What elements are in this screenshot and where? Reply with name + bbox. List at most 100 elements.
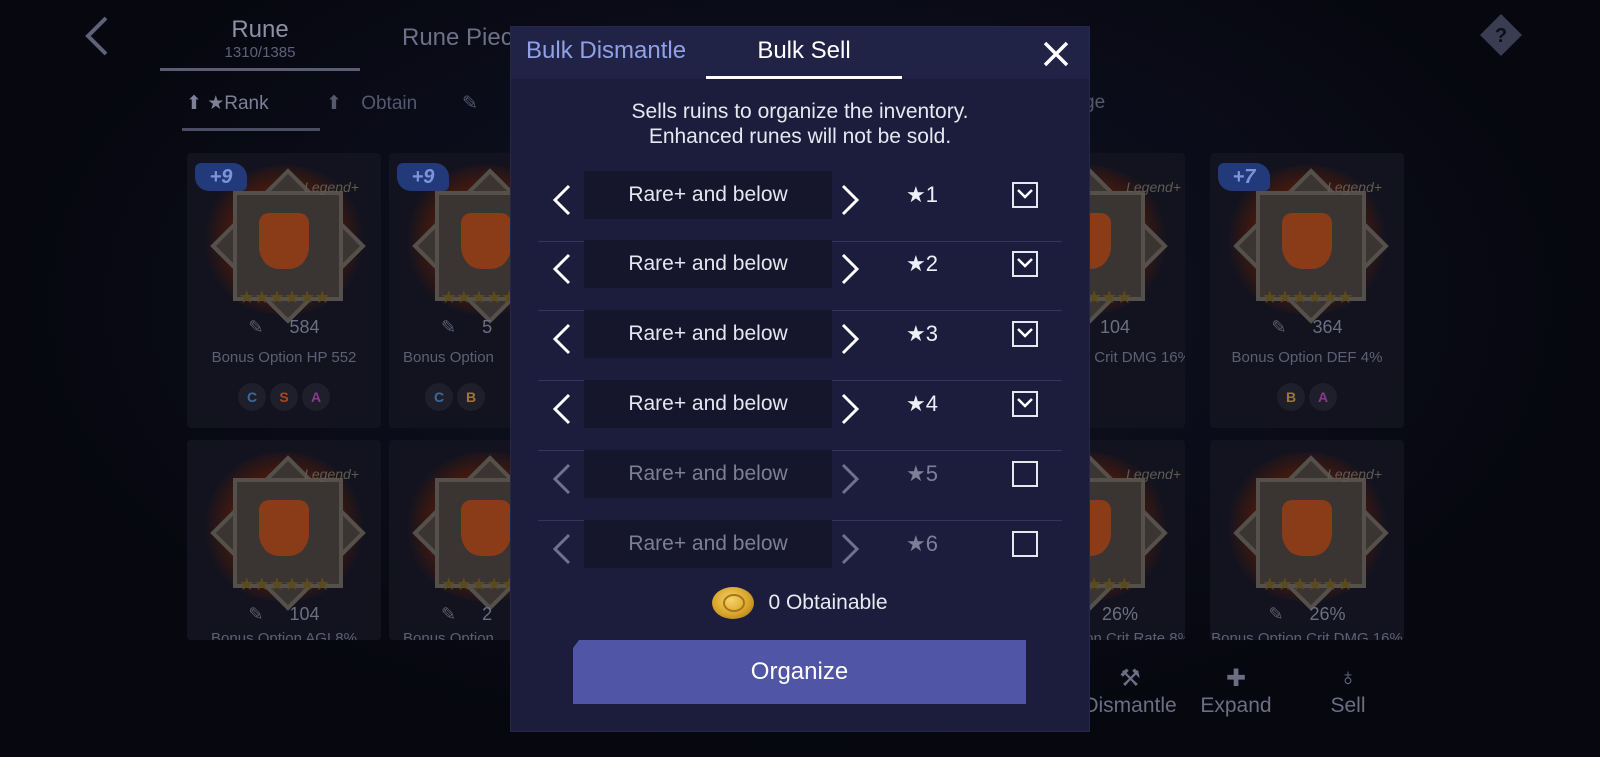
grade-selector: Rare+ and below (584, 171, 832, 219)
tab-bulk-sell[interactable]: Bulk Sell (706, 37, 902, 65)
rank-filter-row: Rare+ and below ★1 (538, 171, 1062, 242)
tab-rune-underline (160, 68, 360, 71)
sort-rank-button[interactable]: ⬆ ★Rank (186, 92, 269, 115)
rune-stars: ★★★★★★ (238, 287, 331, 307)
grade-label: Legend+ (1327, 179, 1382, 195)
rune-emblem-icon (461, 213, 511, 269)
enhance-badge: +9 (195, 163, 247, 191)
sword-icon: ✎ (441, 317, 457, 337)
rune-stat-value: 104 (1099, 317, 1131, 337)
checkmark-icon (1017, 328, 1033, 338)
tab-bulk-sell-underline (706, 76, 902, 79)
rune-card[interactable]: +9 Legend+ ★★★★★★ ✎ 584 Bonus Option HP 5… (187, 153, 381, 428)
chevron-right-icon (841, 253, 860, 285)
description-line-1: Sells ruins to organize the inventory. (631, 100, 969, 123)
star-rank-label: ★3 (906, 321, 938, 346)
rank-checkbox[interactable] (1012, 321, 1038, 347)
prev-grade-button[interactable] (544, 180, 584, 220)
expand-button[interactable]: ✚ Expand (1181, 664, 1291, 718)
rune-card[interactable]: Legend+ ★★★★★★ 26% on Crit Rate 8% (1085, 440, 1185, 640)
sort-rank-label: ★Rank (207, 93, 269, 114)
rank-filter-row: Rare+ and below ★5 (538, 450, 1062, 521)
tab-rune[interactable]: Rune (160, 16, 360, 44)
rune-stat-value: 584 (289, 317, 320, 337)
prev-grade-button[interactable] (544, 459, 584, 499)
grade-label: Legend+ (1327, 466, 1382, 482)
next-grade-button[interactable] (828, 319, 868, 359)
rank-filter-row: Rare+ and below ★6 (538, 520, 1062, 591)
rank-checkbox[interactable] (1012, 182, 1038, 208)
next-grade-button[interactable] (828, 389, 868, 429)
rank-filter-row: Rare+ and below ★2 (538, 240, 1062, 311)
obtainable-gold: 0 Obtainable (511, 587, 1089, 619)
next-grade-button[interactable] (828, 180, 868, 220)
next-grade-button[interactable] (828, 459, 868, 499)
rune-stat-value: 5 (482, 317, 493, 337)
checkmark-icon (1017, 398, 1033, 408)
prev-grade-button[interactable] (544, 389, 584, 429)
grade-label: Legend+ (304, 466, 359, 482)
sort-obtain-button[interactable]: ⬆ Obtain (326, 92, 417, 115)
dismantle-button[interactable]: ⚒ Dismantle (1075, 664, 1185, 718)
organize-button[interactable]: Organize (573, 640, 1026, 704)
grade-label: Legend+ (1126, 466, 1181, 482)
grade-selector: Rare+ and below (584, 380, 832, 428)
sell-label: Sell (1330, 694, 1366, 717)
sort-attack-button[interactable]: ✎ (462, 92, 478, 115)
help-icon[interactable]: ? (1478, 12, 1524, 58)
grade-selector: Rare+ and below (584, 450, 832, 498)
grade-selector: Rare+ and below (584, 240, 832, 288)
chevron-left-icon (552, 184, 571, 216)
close-icon[interactable] (1041, 39, 1071, 69)
gem-b: B (457, 383, 485, 411)
rank-checkbox[interactable] (1012, 531, 1038, 557)
star-rank-label: ★4 (906, 391, 938, 416)
rune-gems: BA (1210, 383, 1404, 411)
rank-checkbox[interactable] (1012, 251, 1038, 277)
sword-icon: ✎ (248, 604, 264, 624)
grade-label: Legend+ (1126, 179, 1181, 195)
rank-checkbox[interactable] (1012, 461, 1038, 487)
rune-bonus: Bonus Option HP 552 (211, 349, 357, 366)
arrow-up-icon: ⬆ (186, 93, 202, 114)
sell-button[interactable]: ♁ Sell (1293, 664, 1403, 718)
chevron-left-icon (552, 323, 571, 355)
grade-selector: Rare+ and below (584, 520, 832, 568)
obtainable-label: 0 Obtainable (768, 591, 888, 614)
rank-filter-row: Rare+ and below ★3 (538, 310, 1062, 381)
rune-card[interactable]: Legend+ ★★★★★★ ✎ 26% Bonus Option Crit DM… (1210, 440, 1404, 640)
dismantle-label: Dismantle (1083, 694, 1177, 717)
prev-grade-button[interactable] (544, 249, 584, 289)
rune-card[interactable]: Legend+ ★★★★★★ 104 on Crit DMG 16% (1085, 153, 1185, 428)
enhance-badge: +7 (1218, 163, 1270, 191)
rank-checkbox[interactable] (1012, 391, 1038, 417)
prev-grade-button[interactable] (544, 319, 584, 359)
rune-emblem-icon (259, 213, 309, 269)
rune-stars: ★★★★★★ (1261, 287, 1354, 307)
rune-card[interactable]: Legend+ ★★★★★★ ✎ 104 Bonus Option AGI 8% (187, 440, 381, 640)
rune-bonus: Bonus Option DEF 4% (1231, 349, 1383, 366)
rune-stat-value: 26% (1101, 604, 1139, 624)
back-arrow-icon[interactable] (80, 14, 114, 58)
tab-rune-piece[interactable]: Rune Piece (402, 24, 526, 52)
hammer-icon: ⚒ (1119, 665, 1141, 692)
expand-label: Expand (1200, 694, 1272, 717)
next-grade-button[interactable] (828, 249, 868, 289)
rune-card[interactable]: +7 Legend+ ★★★★★★ ✎ 364 Bonus Option DEF … (1210, 153, 1404, 428)
chevron-left-icon (552, 533, 571, 565)
next-grade-button[interactable] (828, 529, 868, 569)
dialog-description: Sells ruins to organize the inventory. E… (511, 99, 1089, 149)
rune-emblem-icon (461, 500, 511, 556)
chevron-left-icon (552, 393, 571, 425)
star-rank-label: ★1 (906, 182, 938, 207)
rune-stars: ★★★★★★ (1085, 287, 1132, 307)
sword-icon: ✎ (248, 317, 264, 337)
gem-s: S (270, 383, 298, 411)
chevron-right-icon (841, 463, 860, 495)
rune-bonus: on Crit DMG 16% (1085, 349, 1185, 366)
gem-c: C (238, 383, 266, 411)
rune-count: 1310/1385 (224, 44, 296, 61)
description-line-2: Enhanced runes will not be sold. (648, 125, 952, 148)
tab-bulk-dismantle[interactable]: Bulk Dismantle (526, 37, 686, 65)
prev-grade-button[interactable] (544, 529, 584, 569)
